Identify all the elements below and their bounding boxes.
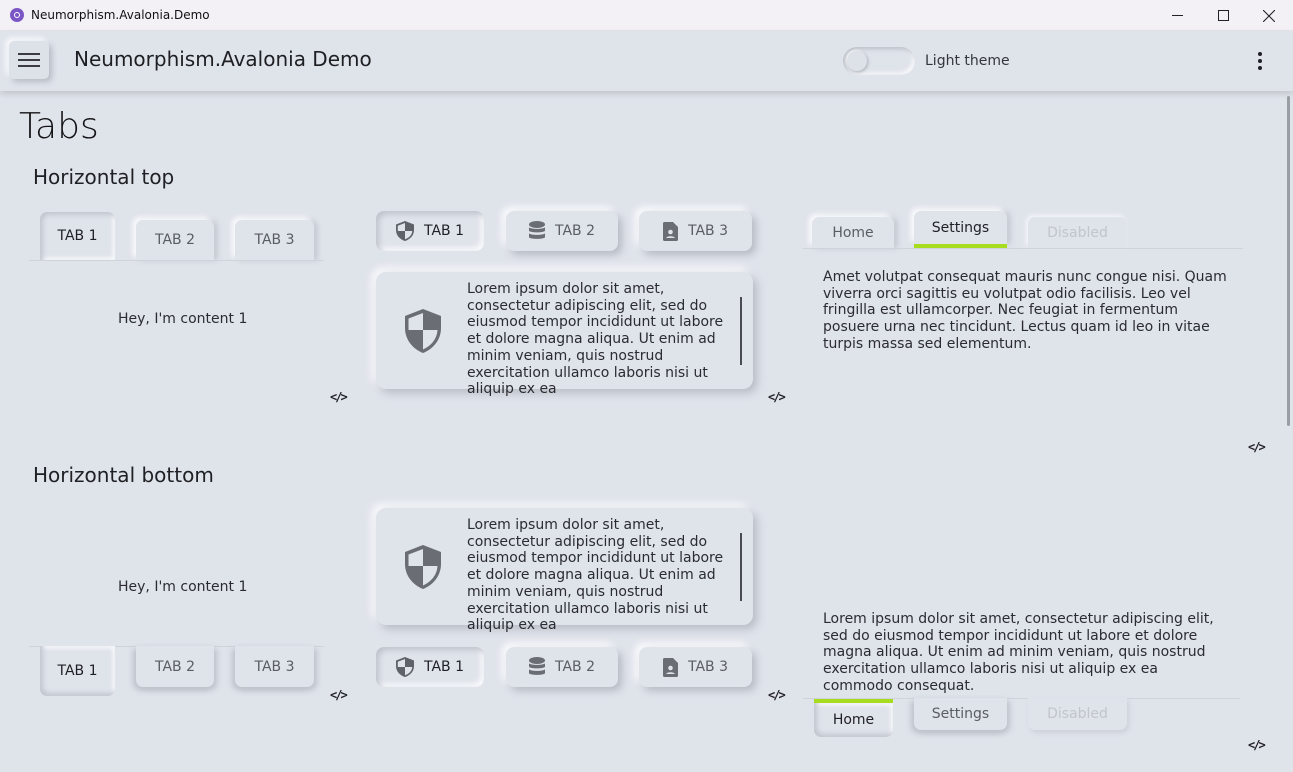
icon-tab-2[interactable]: TAB 2 <box>506 211 618 251</box>
tab-label: TAB 1 <box>57 663 98 679</box>
maximize-button[interactable] <box>1200 0 1246 31</box>
tab-label: TAB 2 <box>554 223 595 239</box>
tab-disabled: Disabled <box>1028 217 1127 248</box>
tab-content: Hey, I'm content 1 <box>118 579 248 595</box>
tab-label: TAB 3 <box>254 658 295 675</box>
tab-label: TAB 1 <box>423 223 464 239</box>
shield-icon <box>395 657 414 677</box>
maximize-icon <box>1217 10 1229 21</box>
shield-icon <box>405 545 441 589</box>
tab-2[interactable]: TAB 2 <box>136 646 214 687</box>
theme-toggle-label: Light theme <box>925 53 1010 69</box>
hamburger-menu-button[interactable] <box>9 41 49 79</box>
card-scrollbar[interactable] <box>740 297 742 365</box>
file-account-icon <box>662 657 678 677</box>
more-dot <box>1258 66 1262 70</box>
tab-label: TAB 2 <box>554 659 595 675</box>
database-icon <box>528 221 545 239</box>
tab-label: TAB 3 <box>254 232 295 248</box>
tab-label: TAB 3 <box>687 659 728 675</box>
tab-content: Hey, I'm content 1 <box>118 311 248 327</box>
close-button[interactable] <box>1246 0 1292 31</box>
more-vertical-icon <box>1258 52 1262 56</box>
code-icon[interactable]: </> <box>330 688 348 702</box>
tab-settings[interactable]: Settings <box>914 698 1007 730</box>
tab-label: Settings <box>931 706 990 722</box>
app-icon <box>10 8 24 22</box>
tab-content-text: Lorem ipsum dolor sit amet, consectetur … <box>823 611 1214 694</box>
tab-3[interactable]: TAB 3 <box>235 220 314 260</box>
icon-tab-3[interactable]: TAB 3 <box>639 211 752 251</box>
tab-label: TAB 3 <box>687 223 728 239</box>
theme-toggle-knob[interactable] <box>847 51 867 71</box>
tab-label: TAB 2 <box>154 232 195 248</box>
tab-home[interactable]: Home <box>812 217 894 248</box>
shield-icon <box>395 221 414 241</box>
code-icon[interactable]: </> <box>768 688 786 702</box>
tab-1[interactable]: TAB 1 <box>40 646 115 696</box>
tab-home[interactable]: Home <box>814 703 893 737</box>
code-icon[interactable]: </> <box>330 390 348 404</box>
card-scrollbar[interactable] <box>740 533 742 601</box>
code-icon[interactable]: </> <box>1248 440 1266 454</box>
database-icon <box>528 657 545 675</box>
icon-tab-3[interactable]: TAB 3 <box>639 647 752 687</box>
tab-label: Disabled <box>1047 706 1108 722</box>
page-title: Tabs <box>19 106 99 147</box>
tab-label: Disabled <box>1047 224 1108 241</box>
tab-label: Home <box>832 712 875 728</box>
tab-divider <box>29 260 324 261</box>
tab-1[interactable]: TAB 1 <box>40 212 115 260</box>
app-title: Neumorphism.Avalonia Demo <box>74 47 372 71</box>
tab-content-card: Lorem ipsum dolor sit amet, consectetur … <box>376 272 753 397</box>
tab-divider <box>803 248 1243 249</box>
icon-tab-1[interactable]: TAB 1 <box>376 211 484 251</box>
section-title-horizontal-top: Horizontal top <box>33 165 175 189</box>
tab-2[interactable]: TAB 2 <box>136 220 214 260</box>
minimize-icon <box>1171 15 1183 16</box>
icon-tab-1[interactable]: TAB 1 <box>376 647 484 687</box>
code-icon[interactable]: </> <box>1248 738 1266 752</box>
more-dot <box>1258 59 1262 63</box>
code-icon[interactable]: </> <box>768 390 786 404</box>
page-scrollbar[interactable] <box>1287 96 1290 426</box>
window-title: Neumorphism.Avalonia.Demo <box>31 8 210 22</box>
tab-disabled: Disabled <box>1028 698 1127 730</box>
tab-content-text: Amet volutpat consequat mauris nunc cong… <box>823 269 1227 352</box>
tab-label: TAB 1 <box>57 228 98 244</box>
shield-icon <box>405 309 441 353</box>
tab-label: TAB 2 <box>154 658 195 675</box>
hamburger-icon <box>18 53 40 67</box>
tab-3[interactable]: TAB 3 <box>235 646 314 687</box>
card-text: Lorem ipsum dolor sit amet, consectetur … <box>467 281 724 398</box>
icon-tab-2[interactable]: TAB 2 <box>506 647 618 687</box>
tab-label: Home <box>832 224 874 241</box>
section-title-horizontal-bottom: Horizontal bottom <box>33 463 214 487</box>
card-text: Lorem ipsum dolor sit amet, consectetur … <box>467 517 724 634</box>
close-icon <box>1263 9 1275 22</box>
tab-content-card: Lorem ipsum dolor sit amet, consectetur … <box>376 508 753 633</box>
tab-label: Settings <box>931 219 990 236</box>
more-options-button[interactable] <box>1250 46 1270 76</box>
tab-settings[interactable]: Settings <box>914 211 1007 244</box>
minimize-button[interactable] <box>1154 0 1200 31</box>
file-account-icon <box>662 221 678 241</box>
tab-label: TAB 1 <box>423 659 464 675</box>
